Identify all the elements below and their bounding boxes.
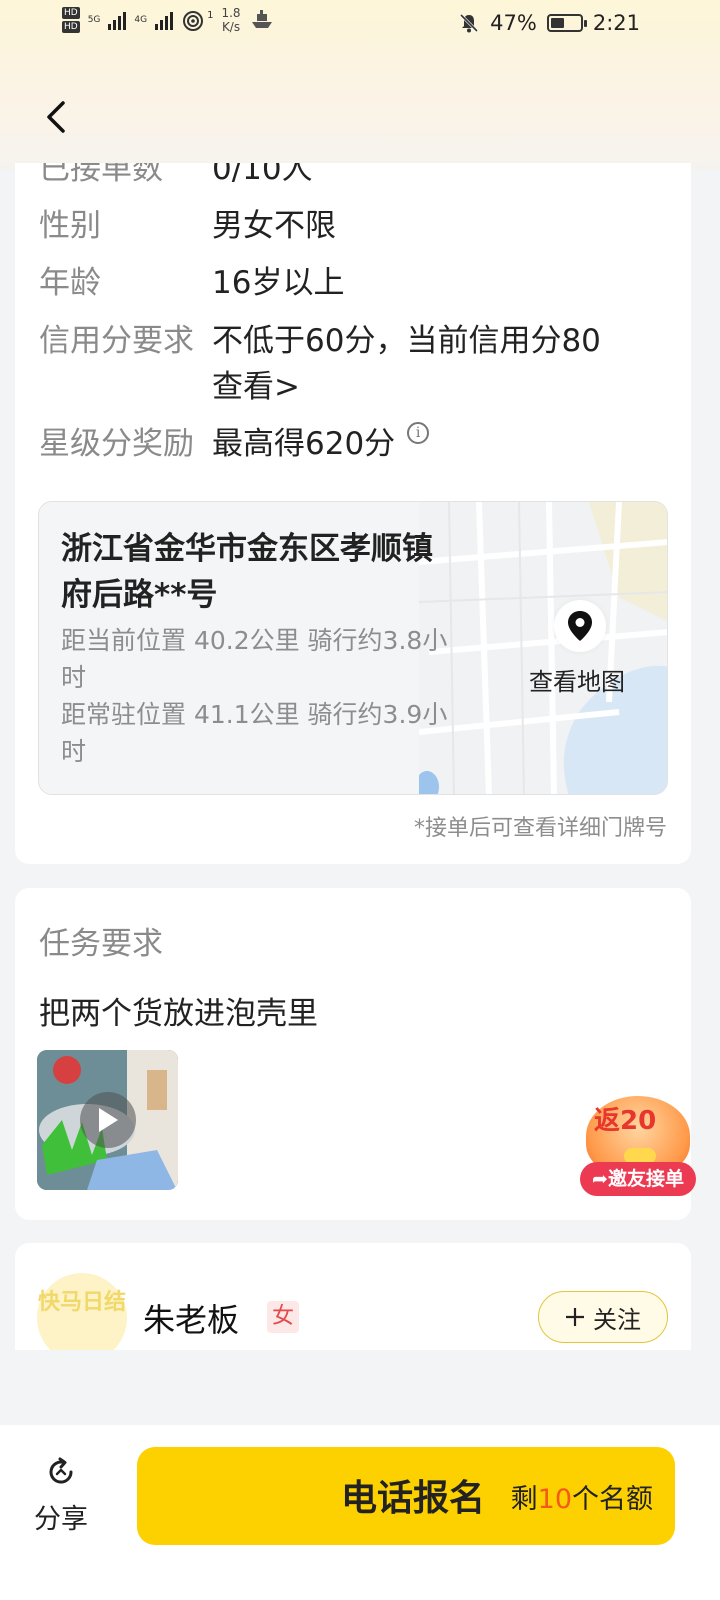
hd-badge-1: HD [62,7,80,19]
wifi-icon [183,11,204,31]
row-gender: 性别 男女不限 [39,204,336,248]
accepted-label: 已接单数 [39,163,163,187]
network-speed: 1.8 K/s [221,6,240,34]
address-title: 浙江省金华市金东区孝顺镇府后路**号 [61,531,433,613]
door-number-note: *接单后可查看详细门牌号 [413,816,667,841]
boat-notification-icon [251,10,272,28]
task-video-thumbnail[interactable] [37,1050,178,1190]
employer-gender-badge: 女 [267,1301,299,1333]
gender-value: 男女不限 [212,208,336,244]
chevron-left-icon [47,101,65,133]
play-button[interactable] [79,1092,136,1148]
invite-button[interactable]: ➦邀友接单 [580,1162,696,1196]
phone-signup-label: 电话报名 [340,1478,485,1519]
distance-resident: 距常驻位置 41.1公里 骑行约3.9小时 [61,700,448,766]
follow-label: 关注 [593,1305,641,1334]
invite-friend-promo[interactable]: 返20 ➦邀友接单 [580,1096,698,1200]
star-label: 星级分奖励 [39,426,194,462]
row-accepted: 已接单数 0/10人 [39,163,313,191]
distance-current: 距当前位置 40.2公里 骑行约3.8小时 [61,626,448,692]
promo-amount: 返20 [594,1106,657,1136]
status-bar: HD HD 5G 4G 1 1.8 K/s 47% 2:21 [0,0,720,50]
network-4g-label: 4G [134,15,148,25]
signal-4g-icon [155,10,174,30]
row-star-reward: 星级分奖励 最高得620分 i [39,422,430,466]
invite-label: 邀友接单 [607,1168,684,1190]
phone-signup-button[interactable]: 电话报名 剩10个名额 [137,1447,675,1545]
status-right: 47% 2:21 [458,11,640,35]
star-value: 最高得620分 [212,426,396,462]
wifi-count: 1 [207,9,214,21]
play-icon [98,1108,118,1132]
share-icon [49,1457,73,1484]
age-label: 年龄 [39,265,101,301]
remaining-count: 10 [537,1484,572,1515]
employer-name: 朱老板 [143,1301,240,1339]
employer-avatar[interactable]: 快马日结 [37,1273,127,1350]
remaining-prefix: 剩 [510,1484,538,1515]
gender-label: 性别 [39,208,101,244]
battery-fill [550,18,564,28]
credit-view-row: 查看> [212,365,300,409]
credit-view-link[interactable]: 查看> [212,365,300,409]
row-credit: 信用分要求 不低于60分，当前信用分80 [39,319,601,363]
remaining-quota: 剩10个名额 [511,1477,653,1516]
clock: 2:21 [592,11,640,35]
age-value: 16岁以上 [212,265,345,301]
credit-value: 不低于60分，当前信用分80 [212,323,601,359]
remaining-suffix: 个名额 [572,1484,653,1515]
hd-indicators: HD HD [62,7,80,33]
speed-value: 1.8 [221,6,241,20]
employer-card: 快马日结 朱老板 女 关注 [15,1243,691,1350]
signal-5g-icon [108,10,127,30]
network-5g-label: 5G [87,15,101,25]
job-detail-card: 已接单数 0/10人 性别 男女不限 年龄 16岁以上 信用分要求 不低于60分… [15,163,691,864]
map-pin-button[interactable] [554,600,606,652]
status-left: HD HD 5G 4G 1 1.8 K/s [62,6,275,34]
address-distance: 距当前位置 40.2公里 骑行约3.8小时 距常驻位置 41.1公里 骑行约3.… [61,622,461,770]
view-map-link[interactable]: 查看地图 [529,662,625,697]
bottom-action-bar: 分享 电话报名 剩10个名额 [0,1425,720,1600]
follow-button[interactable]: 关注 [538,1291,668,1343]
share-button[interactable]: 分享 [28,1455,94,1536]
info-icon[interactable]: i [407,422,430,444]
address-box[interactable]: 浙江省金华市金东区孝顺镇府后路**号 距当前位置 40.2公里 骑行约3.8小时… [38,501,668,795]
share-arrow-icon: ➦ [592,1168,608,1190]
bell-muted-icon [460,13,479,33]
credit-label: 信用分要求 [39,323,194,359]
accepted-value: 0/10人 [212,163,313,187]
battery-icon [546,14,587,32]
battery-percent: 47% [490,11,537,35]
row-age: 年龄 16岁以上 [39,261,344,305]
back-button[interactable] [36,95,76,139]
hd-badge-2: HD [62,21,80,33]
task-description: 把两个货放进泡壳里 [39,996,318,1032]
plus-icon [566,1308,584,1326]
task-section-title: 任务要求 [39,926,163,962]
speed-unit: K/s [221,20,241,34]
share-label: 分享 [34,1504,88,1535]
location-pin-icon [568,611,592,641]
